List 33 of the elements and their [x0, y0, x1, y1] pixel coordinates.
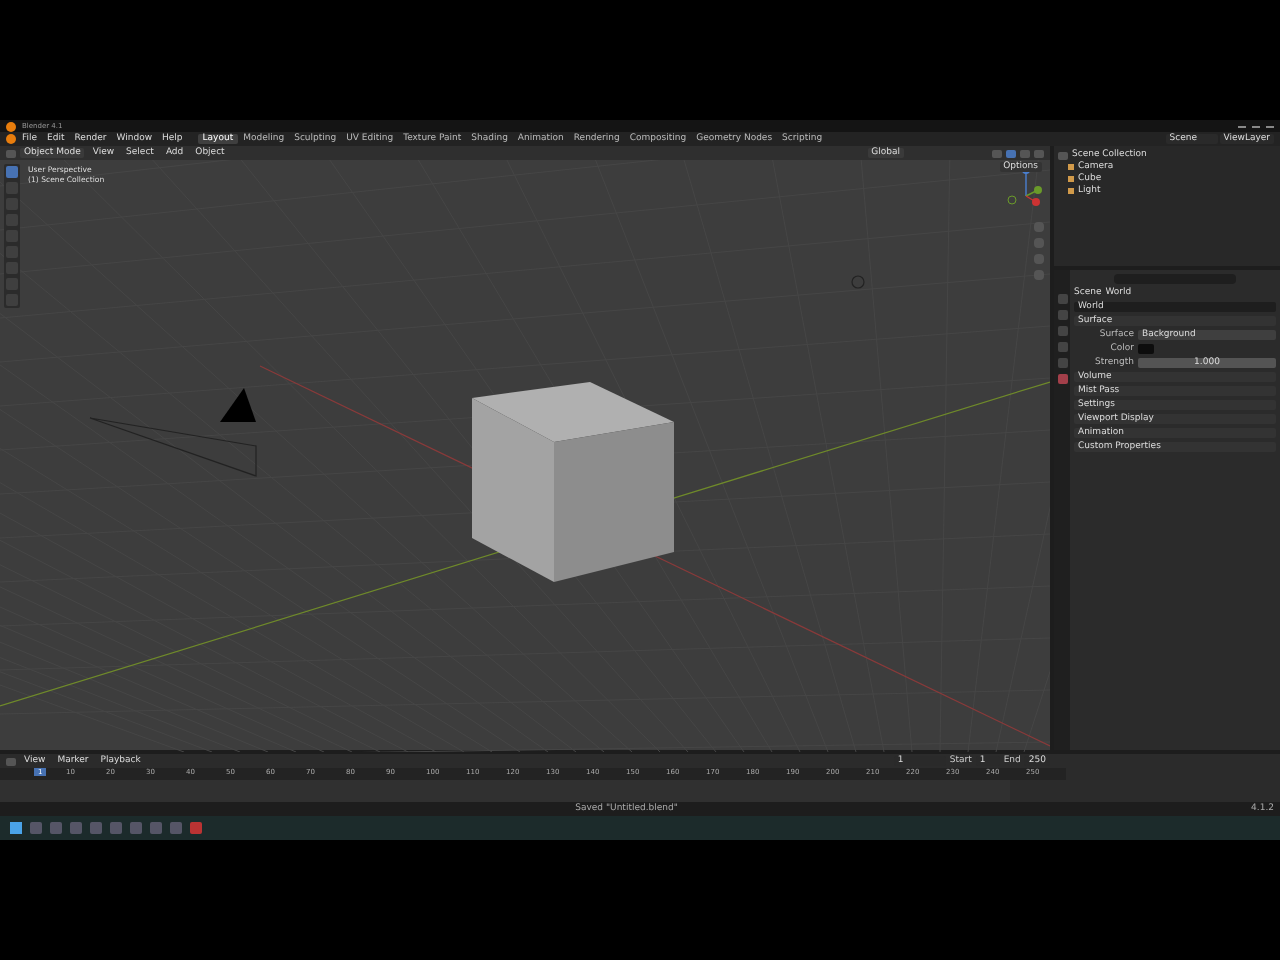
tool-icon[interactable] — [6, 166, 18, 178]
grid-icon[interactable] — [1034, 270, 1044, 280]
app-icon[interactable] — [70, 822, 82, 834]
collection-icon — [1058, 151, 1068, 159]
light-icon — [851, 275, 865, 289]
tool-icon[interactable] — [6, 182, 18, 194]
app-icon[interactable] — [50, 822, 62, 834]
properties-tab[interactable] — [1057, 358, 1067, 368]
app-icon[interactable] — [170, 822, 182, 834]
app-icon[interactable] — [110, 822, 122, 834]
properties-tab[interactable] — [1057, 374, 1067, 384]
zoom-icon[interactable] — [1034, 222, 1044, 232]
start-icon[interactable] — [10, 822, 22, 834]
properties-tab[interactable] — [1057, 294, 1067, 304]
minimize-icon[interactable] — [1238, 124, 1246, 128]
camera-view-icon[interactable] — [1034, 254, 1044, 264]
editor-type-icon[interactable] — [6, 757, 16, 765]
shading-icon[interactable] — [1006, 149, 1016, 157]
app-icon[interactable] — [150, 822, 162, 834]
properties-tab[interactable] — [1057, 326, 1067, 336]
app-icon[interactable] — [190, 822, 202, 834]
app-icon[interactable] — [130, 822, 142, 834]
tool-icon[interactable] — [6, 230, 18, 242]
tool-icon[interactable] — [6, 198, 18, 210]
app-icon[interactable] — [30, 822, 42, 834]
color-swatch[interactable] — [1138, 344, 1154, 354]
properties-tab[interactable] — [1057, 342, 1067, 352]
tool-icon[interactable] — [6, 214, 18, 226]
tool-icon[interactable] — [6, 246, 18, 258]
pan-icon[interactable] — [1034, 238, 1044, 248]
app-icon[interactable] — [90, 822, 102, 834]
properties-tab[interactable] — [1057, 310, 1067, 320]
tool-icon[interactable] — [6, 262, 18, 274]
